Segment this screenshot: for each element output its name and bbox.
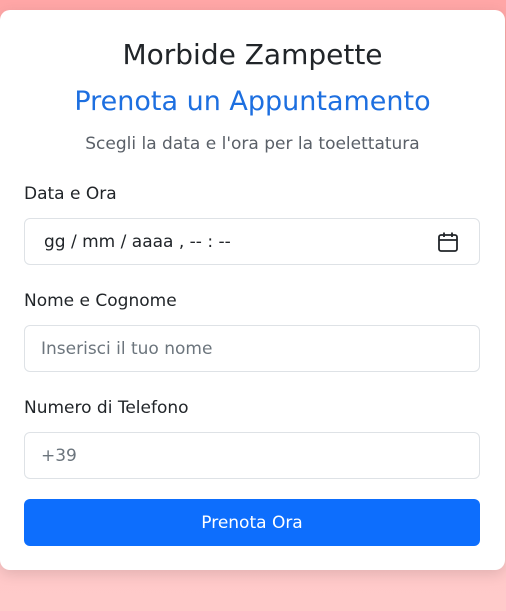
datetime-input[interactable]: gg / mm / aaaa , -- : -- — [24, 218, 480, 265]
brand-title: Morbide Zampette — [122, 38, 383, 71]
calendar-icon[interactable] — [437, 231, 459, 253]
phone-value: +39 — [41, 445, 77, 466]
name-placeholder: Inserisci il tuo nome — [41, 338, 213, 359]
phone-label: Numero di Telefono — [24, 398, 189, 418]
submit-button[interactable]: Prenota Ora — [24, 499, 480, 546]
page-description: Scegli la data e l'ora per la toelettatu… — [85, 134, 420, 154]
booking-card: Morbide Zampette Prenota un Appuntamento… — [0, 10, 505, 570]
phone-input[interactable]: +39 — [24, 432, 480, 479]
page-title: Prenota un Appuntamento — [74, 86, 431, 117]
datetime-label: Data e Ora — [24, 184, 117, 204]
datetime-placeholder: gg / mm / aaaa , -- : -- — [44, 231, 231, 252]
name-input[interactable]: Inserisci il tuo nome — [24, 325, 480, 372]
name-label: Nome e Cognome — [24, 291, 177, 311]
